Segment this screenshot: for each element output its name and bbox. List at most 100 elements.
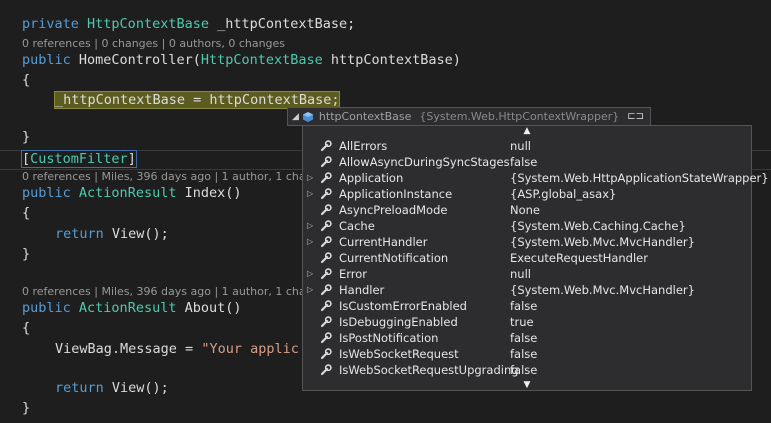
member-value[interactable]: false bbox=[510, 346, 537, 362]
bracket: [ bbox=[22, 151, 31, 167]
method-name: HomeController( bbox=[70, 52, 201, 68]
code-line-return: return View(); bbox=[55, 378, 169, 398]
datatip-members-panel[interactable]: ▲ AllErrors null AllowAsyncDuringSyncStage… bbox=[302, 125, 769, 391]
statement: View(); bbox=[103, 380, 169, 396]
member-name: IsDebuggingEnabled bbox=[339, 315, 458, 329]
member-value[interactable]: false bbox=[510, 330, 537, 346]
member-name: AllowAsyncDuringSyncStages bbox=[339, 155, 510, 169]
member-row[interactable]: ▷ Application {System.Web.HttpApplicationS… bbox=[303, 170, 769, 186]
code-line-return: return View(); bbox=[55, 224, 169, 244]
member-row[interactable]: IsCustomErrorEnabled false bbox=[303, 298, 751, 314]
member-row[interactable]: ▷ ApplicationInstance {ASP.global_asax} bbox=[303, 186, 751, 202]
member-row[interactable]: ▷ CurrentHandler {System.Web.Mvc.MvcHandle… bbox=[303, 234, 751, 250]
codelens-info[interactable]: 0 references | Miles, 396 days ago | 1 a… bbox=[22, 285, 326, 299]
codelens-info[interactable]: 0 references | 0 changes | 0 authors, 0 … bbox=[22, 37, 285, 51]
member-value[interactable]: null bbox=[510, 138, 531, 154]
datatip-header[interactable]: ◢ httpContextBase {System.Web.HttpContex… bbox=[287, 107, 652, 126]
keyword: return bbox=[55, 380, 104, 396]
expand-triangle-icon[interactable]: ▷ bbox=[307, 218, 317, 234]
member-row[interactable]: IsWebSocketRequestUpgrading false bbox=[303, 362, 751, 378]
wrench-icon bbox=[320, 252, 332, 264]
scroll-up-arrow-icon[interactable]: ▲ bbox=[303, 126, 751, 136]
wrench-icon bbox=[320, 300, 332, 312]
statement: View(); bbox=[103, 226, 169, 242]
keyword: public bbox=[22, 52, 71, 68]
wrench-icon bbox=[320, 316, 332, 328]
code-line-attribute: [CustomFilter] bbox=[21, 149, 137, 169]
member-value[interactable]: {System.Web.Mvc.MvcHandler} bbox=[510, 282, 695, 298]
member-name: CurrentHandler bbox=[339, 235, 428, 249]
member-name: IsCustomErrorEnabled bbox=[339, 299, 467, 313]
member-name: Error bbox=[339, 267, 368, 281]
member-value[interactable]: false bbox=[510, 154, 537, 170]
highlighted-statement[interactable]: _httpContextBase = httpContextBase; bbox=[53, 91, 341, 109]
bracket: ] bbox=[127, 151, 136, 167]
expand-triangle-icon[interactable]: ▷ bbox=[307, 266, 317, 282]
wrench-icon bbox=[320, 236, 332, 248]
attribute-name: CustomFilter bbox=[30, 151, 128, 167]
member-row[interactable]: IsPostNotification false bbox=[303, 330, 751, 346]
wrench-icon bbox=[320, 284, 332, 296]
scroll-down-arrow-icon[interactable]: ▼ bbox=[303, 380, 751, 390]
datatip-variable-name: httpContextBase bbox=[318, 110, 412, 123]
member-value[interactable]: None bbox=[510, 202, 540, 218]
type-name: HttpContextBase bbox=[87, 16, 209, 32]
member-row[interactable]: ▷ Handler {System.Web.Mvc.MvcHandler} bbox=[303, 282, 751, 298]
expand-triangle-icon[interactable]: ▷ bbox=[307, 282, 317, 298]
member-list: AllErrors null AllowAsyncDuringSyncStages f… bbox=[303, 138, 769, 378]
member-row[interactable]: ▷ Error null bbox=[303, 266, 751, 282]
member-name: Handler bbox=[339, 283, 385, 297]
member-value[interactable]: {System.Web.HttpApplicationStateWrapper} bbox=[510, 170, 769, 186]
wrench-icon bbox=[320, 140, 332, 152]
wrench-icon bbox=[320, 188, 332, 200]
code-brace: } bbox=[22, 246, 31, 262]
expand-triangle-icon[interactable]: ▷ bbox=[307, 186, 317, 202]
member-value[interactable]: false bbox=[510, 362, 537, 378]
wrench-icon bbox=[320, 204, 332, 216]
expand-triangle-icon[interactable]: ▷ bbox=[307, 234, 317, 250]
keyword: public bbox=[22, 185, 71, 201]
member-row[interactable]: AsyncPreloadMode None bbox=[303, 202, 751, 218]
keyword: return bbox=[55, 226, 104, 242]
member-value[interactable]: false bbox=[510, 298, 537, 314]
statement: ViewBag.Message = bbox=[55, 341, 202, 357]
code-line-index: public ActionResult Index() bbox=[22, 183, 242, 203]
datatip-variable-value: {System.Web.HttpContextWrapper} bbox=[419, 110, 620, 123]
wrench-icon bbox=[320, 172, 332, 184]
member-value[interactable]: {ASP.global_asax} bbox=[510, 186, 616, 202]
collapse-triangle-icon[interactable]: ◢ bbox=[292, 112, 299, 122]
member-value[interactable]: ExecuteRequestHandler bbox=[510, 250, 648, 266]
code-line-about: public ActionResult About() bbox=[22, 298, 242, 318]
code-brace: } bbox=[22, 400, 31, 416]
code-line-viewbag: ViewBag.Message = "Your applic bbox=[55, 339, 299, 359]
wrench-icon bbox=[320, 156, 332, 168]
parameter: httpContextBase) bbox=[322, 52, 461, 68]
pin-icon[interactable]: ⊏⊐ bbox=[627, 111, 644, 122]
member-row[interactable]: AllowAsyncDuringSyncStages false bbox=[303, 154, 751, 170]
expand-triangle-icon[interactable]: ▷ bbox=[307, 170, 317, 186]
member-name: Application bbox=[339, 171, 404, 185]
member-row[interactable]: IsWebSocketRequest false bbox=[303, 346, 751, 362]
member-row[interactable]: ▷ Cache {System.Web.Caching.Cache} bbox=[303, 218, 751, 234]
code-brace: { bbox=[22, 205, 31, 221]
wrench-icon bbox=[320, 220, 332, 232]
member-value[interactable]: true bbox=[510, 314, 534, 330]
member-value[interactable]: {System.Web.Caching.Cache} bbox=[510, 218, 686, 234]
member-name: CurrentNotification bbox=[339, 251, 449, 265]
keyword: public bbox=[22, 300, 71, 316]
identifier: _httpContextBase; bbox=[208, 16, 356, 32]
code-brace: { bbox=[22, 72, 31, 88]
string-literal: "Your applic bbox=[201, 341, 299, 357]
member-row[interactable]: AllErrors null bbox=[303, 138, 751, 154]
wrench-icon bbox=[320, 268, 332, 280]
member-name: IsWebSocketRequest bbox=[339, 347, 459, 361]
keyword: private bbox=[22, 16, 79, 32]
type-name: HttpContextBase bbox=[200, 52, 323, 68]
member-row[interactable]: IsDebuggingEnabled true bbox=[303, 314, 751, 330]
member-value[interactable]: {System.Web.Mvc.MvcHandler} bbox=[510, 234, 695, 250]
member-name: AsyncPreloadMode bbox=[339, 203, 448, 217]
member-value[interactable]: null bbox=[510, 266, 531, 282]
codelens-info[interactable]: 0 references | Miles, 396 days ago | 1 a… bbox=[22, 170, 326, 184]
wrench-icon bbox=[320, 364, 332, 376]
member-row[interactable]: CurrentNotification ExecuteRequestHandler bbox=[303, 250, 751, 266]
